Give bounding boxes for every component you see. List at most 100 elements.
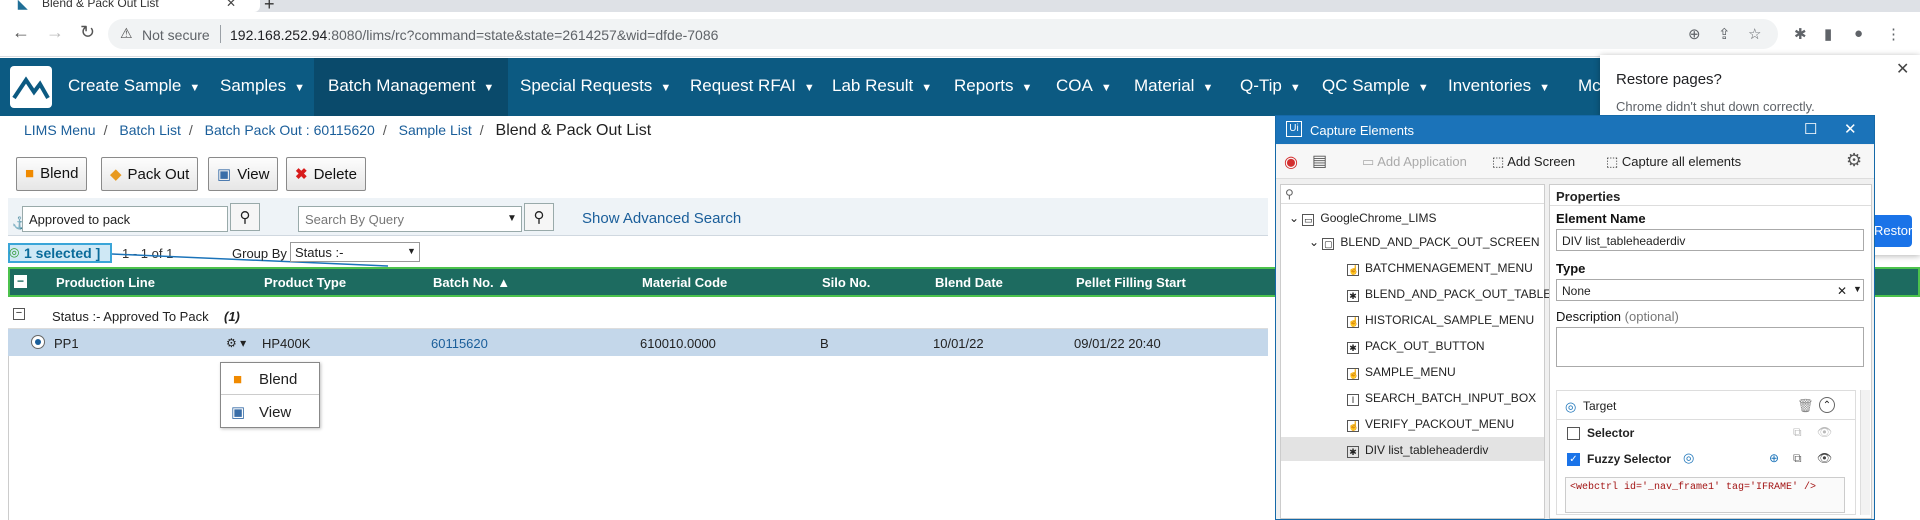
close-icon[interactable]: ✕ [1896,59,1909,79]
view-button[interactable]: ▣ View [208,157,279,191]
tree-search-icon[interactable]: ⚲ [1285,187,1294,201]
close-icon[interactable]: ✕ [1844,120,1857,138]
nav-qc-sample[interactable]: QC Sample ▼ [1322,76,1429,96]
tree-node-element[interactable]: ☝ HISTORICAL_SAMPLE_MENU [1347,313,1534,328]
query-search-button[interactable]: ⚲ [524,203,554,231]
tree-node-screen[interactable]: ⌄ ▢ BLEND_AND_PACK_OUT_SCREEN [1309,235,1540,250]
add-application-button[interactable]: ▭ Add Application [1362,154,1467,170]
row-radio[interactable] [31,335,45,349]
profile-avatar[interactable]: ● [1854,25,1863,42]
nav-q-tip[interactable]: Q-Tip ▼ [1240,76,1301,96]
save-icon[interactable]: ▤ [1312,151,1327,171]
breadcrumb-batch-list[interactable]: Batch List [119,122,180,138]
header-silo-no[interactable]: Silo No. [822,275,870,290]
row-gear-icon[interactable]: ⚙ ▾ [226,336,246,350]
breadcrumb-lims-menu[interactable]: LIMS Menu [24,122,96,138]
description-textarea[interactable] [1556,327,1864,367]
header-pellet-filling-start[interactable]: Pellet Filling Start [1076,275,1186,290]
header-production-line[interactable]: Production Line [56,275,155,290]
breadcrumb-sample-list[interactable]: Sample List [399,122,472,138]
description-label-group: Description (optional) [1556,309,1679,324]
fuzzy-selector-code[interactable]: <webctrl id='_nav_frame1' tag='IFRAME' /… [1565,477,1845,513]
pack-out-button[interactable]: ◆ Pack Out [101,157,199,191]
query-search-input[interactable]: Search By Query ▼ [298,206,522,232]
forward-arrow-icon[interactable]: → [46,22,64,43]
tree-node-element[interactable]: ✱ PACK_OUT_BUTTON [1347,339,1485,354]
back-arrow-icon[interactable]: ← [12,22,30,43]
browser-tab[interactable]: ◣ Blend & Pack Out List ✕ [0,0,260,12]
add-screen-button[interactable]: ⬚ Add Screen [1492,154,1575,170]
box-icon: ◆ [110,166,122,183]
type-select[interactable]: None ✕ ▼ [1556,279,1864,301]
nav-label: Special Requests [520,76,653,95]
nav-label: QC Sample [1322,76,1410,95]
blend-button[interactable]: ■ Blend [16,157,88,191]
lims-logo[interactable] [10,66,52,108]
copy-icon[interactable]: ⧉ [1793,451,1802,466]
header-material-code[interactable]: Material Code [642,275,727,290]
tree-node-element[interactable]: ☝ SAMPLE_MENU [1347,365,1456,380]
header-blend-date[interactable]: Blend Date [935,275,1003,290]
nav-label: Inventories [1448,76,1532,95]
eye-icon[interactable]: 👁 [1817,425,1832,439]
properties-scrollbar[interactable] [1860,390,1870,515]
url-text: 192.168.252.94:8080/lims/rc?command=stat… [230,27,718,43]
record-icon[interactable]: ◉ [1284,152,1298,172]
sidepanel-icon[interactable]: ▮ [1824,25,1832,43]
tree-node-element[interactable]: ☝ BATCHMENAGEMENT_MENU [1347,261,1533,276]
bookmark-star-icon[interactable]: ☆ [1748,25,1761,43]
context-blend-item[interactable]: ■ Blend [221,363,319,395]
tree-node-element[interactable]: I SEARCH_BATCH_INPUT_BOX [1347,391,1536,406]
clear-icon[interactable]: ✕ [1837,284,1847,298]
globe-icon[interactable]: ⊕ [1769,451,1779,465]
group-row[interactable]: − Status :- Approved To Pack (1) [8,302,1268,329]
tree-node-element-selected[interactable]: ✱ DIV list_tableheaderdiv [1347,443,1488,458]
selector-checkbox[interactable] [1567,427,1580,440]
show-advanced-search-link[interactable]: Show Advanced Search [582,210,741,227]
breadcrumb-batch-pack-out[interactable]: Batch Pack Out : 60115620 [205,122,375,138]
element-name-input[interactable]: DIV list_tableheaderdiv [1556,229,1864,251]
extensions-icon[interactable]: ✱ [1794,25,1807,43]
caret-down-icon: ▼ [803,82,815,94]
nav-samples[interactable]: Samples ▼ [220,76,305,96]
nav-more[interactable]: Mc [1578,76,1601,96]
nav-create-sample[interactable]: Create Sample ▼ [68,76,200,96]
nav-reports[interactable]: Reports ▼ [954,76,1032,96]
nav-inventories[interactable]: Inventories ▼ [1448,76,1550,96]
kebab-menu-icon[interactable]: ⋮ [1886,25,1901,43]
table-row[interactable]: PP1 ⚙ ▾ HP400K 60115620 610010.0000 B 10… [8,329,1268,356]
nav-request-rfai[interactable]: Request RFAI ▼ [690,76,815,96]
group-by-select[interactable]: Status :- ▼ [290,242,420,262]
fuzzy-selector-checkbox[interactable]: ✓ [1567,453,1580,466]
delete-button[interactable]: ✖ Delete [286,157,366,191]
copy-icon[interactable]: ⧉ [1793,425,1802,440]
nav-material[interactable]: Material ▼ [1134,76,1213,96]
share-icon[interactable]: ⇪ [1718,25,1731,43]
tree-node-element[interactable]: ☝ VERIFY_PACKOUT_MENU [1347,417,1514,432]
tree-node-element[interactable]: ✱ BLEND_AND_PACK_OUT_TABLE [1347,287,1551,302]
nav-coa[interactable]: COA ▼ [1056,76,1112,96]
nav-special-requests[interactable]: Special Requests ▼ [520,76,671,96]
cell-batch-no-link[interactable]: 60115620 [431,336,488,351]
context-view-item[interactable]: ▣ View [221,396,319,428]
header-product-type[interactable]: Product Type [264,275,346,290]
reload-icon[interactable]: ↻ [80,22,95,43]
collapse-up-icon[interactable]: ⌃ [1819,397,1835,413]
status-search-button[interactable]: ⚲ [230,203,260,231]
collapse-group-icon[interactable]: − [13,308,25,320]
nav-lab-result[interactable]: Lab Result ▼ [832,76,932,96]
tab-close-icon[interactable]: ✕ [226,0,236,10]
eye-icon[interactable]: 👁 [1817,451,1832,465]
url-field[interactable]: ⚠ Not secure 192.168.252.94:8080/lims/rc… [108,19,1778,49]
zoom-icon[interactable]: ⊕ [1688,25,1701,43]
maximize-icon[interactable]: ☐ [1804,120,1817,138]
tree-node-root[interactable]: ⌄ ▭ GoogleChrome_LIMS [1289,211,1436,226]
settings-gear-icon[interactable]: ⚙ [1846,150,1862,171]
header-batch-no[interactable]: Batch No. ▲ [433,275,510,290]
capture-all-button[interactable]: ⬚ Capture all elements [1606,154,1741,170]
collapse-all-icon[interactable]: − [14,275,27,288]
nav-batch-management[interactable]: Batch Management ▼ [314,58,509,116]
tree-node-label: BLEND_AND_PACK_OUT_TABLE [1365,287,1552,301]
status-filter-input[interactable]: Approved to pack [22,206,228,232]
trash-icon[interactable]: 🗑 [1797,398,1814,414]
